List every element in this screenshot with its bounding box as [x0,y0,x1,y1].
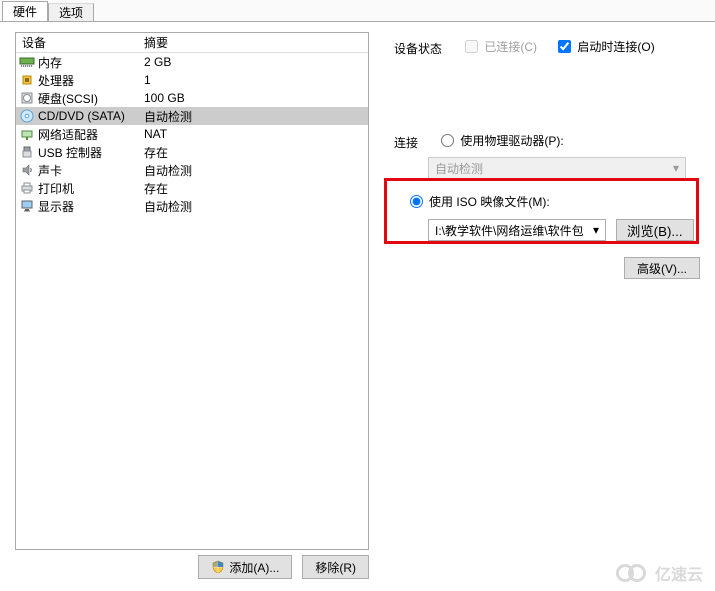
tab-options-label: 选项 [59,4,83,21]
use-iso-radio-row: 使用 ISO 映像文件(M): [410,193,550,210]
use-physical-radio-row: 使用物理驱动器(P): [441,132,563,149]
hardware-list-header: 设备 摘要 [16,33,368,53]
device-status-group: 设备状态 已连接(C) 启动时连接(O) [392,32,655,57]
right-panel: 设备状态 已连接(C) 启动时连接(O) 连接 使用物理驱动器(P): 自动检测… [386,32,700,581]
hardware-row-name: 处理器 [38,72,144,89]
hardware-row-summary: 1 [144,73,368,87]
advanced-button-label: 高级(V)... [637,260,687,277]
connection-title: 连接 [392,136,420,150]
iso-path-combo[interactable]: I:\教学软件\网络运维\软件包 ▾ [428,219,606,241]
hardware-row-summary: NAT [144,127,368,141]
display-icon [16,199,38,213]
iso-path-value: I:\教学软件\网络运维\软件包 [435,222,584,239]
hardware-row-name: 内存 [38,54,144,71]
hardware-row-name: USB 控制器 [38,144,144,161]
shield-icon [211,560,225,574]
hardware-row-name: 显示器 [38,198,144,215]
connect-at-poweron-label: 启动时连接(O) [577,38,654,55]
chevron-down-icon: ▾ [673,161,679,175]
hardware-buttons: 添加(A)... 移除(R) [15,555,369,579]
use-physical-radio[interactable] [441,134,454,147]
hardware-row-summary: 存在 [144,144,368,161]
watermark-text: 亿速云 [655,561,703,585]
hardware-row-name: 硬盘(SCSI) [38,90,144,107]
remove-button[interactable]: 移除(R) [302,555,369,579]
physical-drive-combo: 自动检测 ▾ [428,157,686,179]
net-icon [16,127,38,141]
hardware-row[interactable]: 处理器1 [16,71,368,89]
hardware-row[interactable]: 内存2 GB [16,53,368,71]
connected-checkbox [465,40,478,53]
hardware-row[interactable]: USB 控制器存在 [16,143,368,161]
browse-button-label: 浏览(B)... [627,221,683,240]
hardware-row[interactable]: 硬盘(SCSI)100 GB [16,89,368,107]
hardware-row-summary: 100 GB [144,91,368,105]
hdd-icon [16,91,38,105]
hardware-row-summary: 2 GB [144,55,368,69]
remove-button-label: 移除(R) [315,559,356,576]
tab-strip: 硬件 选项 [0,0,715,22]
connected-label: 已连接(C) [484,38,537,55]
hardware-row-summary: 自动检测 [144,108,368,125]
add-button-label: 添加(A)... [229,559,279,576]
watermark-logo-icon [615,563,649,583]
iso-path-row: I:\教学软件\网络运维\软件包 ▾ 浏览(B)... [428,219,700,241]
connect-at-poweron-checkbox[interactable] [558,40,571,53]
use-iso-radio[interactable] [410,195,423,208]
hardware-list-panel: 设备 摘要 内存2 GB处理器1硬盘(SCSI)100 GBCD/DVD (SA… [15,32,369,550]
watermark: 亿速云 [615,561,703,585]
connect-at-poweron-row: 启动时连接(O) [558,38,654,55]
cpu-icon [16,73,38,87]
hardware-row-name: 声卡 [38,162,144,179]
add-button[interactable]: 添加(A)... [198,555,292,579]
hardware-row[interactable]: CD/DVD (SATA)自动检测 [16,107,368,125]
tab-hardware-label: 硬件 [13,3,37,20]
printer-icon [16,181,38,195]
hardware-row-name: 网络适配器 [38,126,144,143]
cd-icon [16,109,38,123]
tab-options[interactable]: 选项 [48,3,94,21]
connection-group: 连接 使用物理驱动器(P): 自动检测 ▾ 使用 ISO 映像文件(M): I:… [392,122,700,241]
hardware-row[interactable]: 显示器自动检测 [16,197,368,215]
physical-drive-value: 自动检测 [435,160,483,177]
usb-icon [16,145,38,159]
hardware-row[interactable]: 声卡自动检测 [16,161,368,179]
hardware-row-summary: 自动检测 [144,162,368,179]
hardware-row-summary: 自动检测 [144,198,368,215]
connected-checkbox-row: 已连接(C) [465,38,537,55]
chevron-down-icon: ▾ [593,223,599,237]
hardware-row-summary: 存在 [144,180,368,197]
col-summary: 摘要 [144,34,368,51]
hardware-row[interactable]: 打印机存在 [16,179,368,197]
browse-button[interactable]: 浏览(B)... [616,219,694,241]
sound-icon [16,163,38,177]
hardware-row-name: 打印机 [38,180,144,197]
advanced-button[interactable]: 高级(V)... [624,257,700,279]
memory-icon [16,56,38,68]
hardware-row-name: CD/DVD (SATA) [38,109,144,123]
hardware-row[interactable]: 网络适配器NAT [16,125,368,143]
use-physical-label: 使用物理驱动器(P): [460,132,563,149]
tab-hardware[interactable]: 硬件 [2,1,48,21]
advanced-button-wrap: 高级(V)... [624,257,700,279]
use-iso-label: 使用 ISO 映像文件(M): [429,193,550,210]
col-device: 设备 [16,34,144,51]
device-status-title: 设备状态 [392,42,444,56]
